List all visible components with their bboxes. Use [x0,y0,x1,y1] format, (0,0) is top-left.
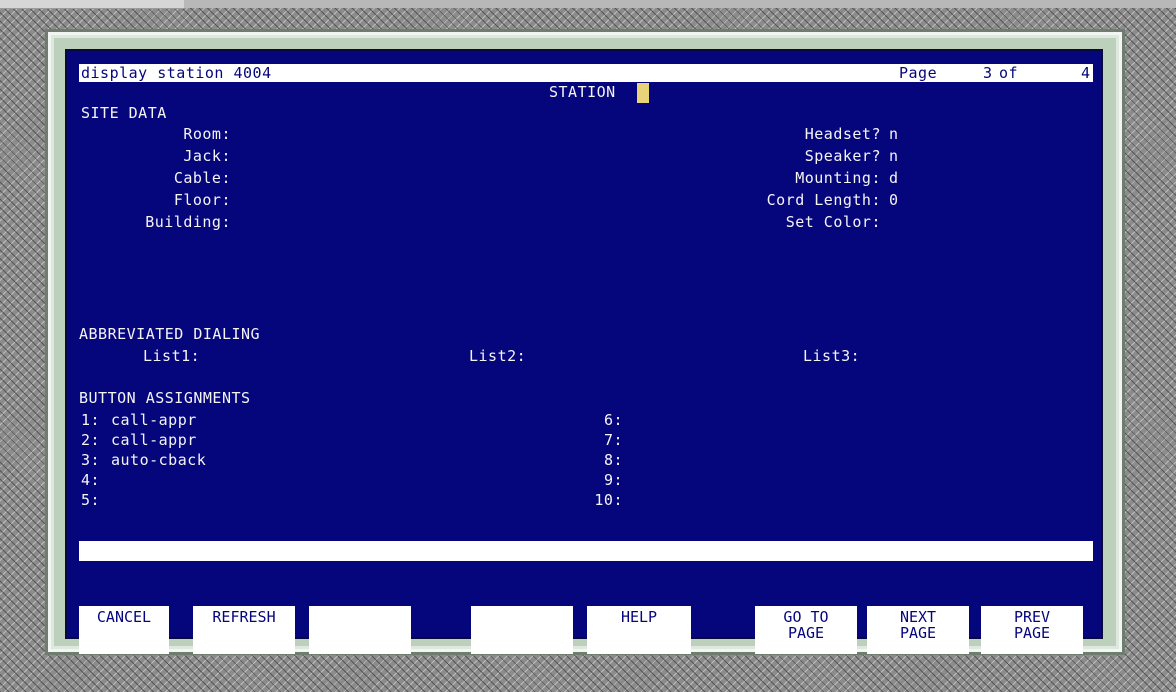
floor-label: Floor: [173,191,231,209]
mounting-field[interactable]: d [889,169,899,187]
button-num-6: 6: [603,411,623,429]
top-strip-right [184,0,1176,8]
button-num-8: 8: [603,451,623,469]
page-label: Page [899,64,938,82]
button-num-9: 9: [603,471,623,489]
set-color-label: Set Color: [785,213,881,231]
button-num-1: 1: [81,411,101,429]
list3-label: List3: [803,347,861,365]
help-button[interactable]: HELP [587,606,691,654]
site-data-title: SITE DATA [81,104,167,122]
headset-field[interactable]: n [889,125,899,143]
go-to-page-button[interactable]: GO TO PAGE [755,606,857,654]
abbreviated-dialing-title: ABBREVIATED DIALING [79,325,261,343]
cord-length-field[interactable]: 0 [889,191,899,209]
button-num-10: 10: [594,491,623,509]
jack-label: Jack: [183,147,231,165]
prev-page-button[interactable]: PREV PAGE [981,606,1083,654]
button-num-3: 3: [81,451,101,469]
button-field-3[interactable]: auto-cback [111,451,206,469]
button-field-1[interactable]: call-appr [111,411,197,429]
terminal-screen[interactable]: display station 4004 Page 3 of 4 STATION… [65,49,1103,654]
button-num-5: 5: [81,491,101,509]
function-key-3[interactable] [309,606,411,654]
mounting-label: Mounting: [795,169,881,187]
form-title: STATION [549,83,616,101]
button-num-2: 2: [81,431,101,449]
list2-label: List2: [469,347,527,365]
page-current: 3 [983,64,993,82]
page-of-label: of [999,64,1019,82]
command-header-bar: display station 4004 Page 3 of 4 [79,64,1093,82]
button-assignments-title: BUTTON ASSIGNMENTS [79,389,251,407]
button-field-2[interactable]: call-appr [111,431,197,449]
window-top-strip [0,0,1176,9]
top-strip-left [0,0,184,9]
refresh-button[interactable]: REFRESH [193,606,295,654]
cord-length-label: Cord Length: [766,191,881,209]
command-text: display station 4004 [81,64,272,82]
speaker-field[interactable]: n [889,147,899,165]
cable-label: Cable: [173,169,231,187]
button-num-4: 4: [81,471,101,489]
page-total: 4 [1081,64,1091,82]
building-label: Building: [145,213,231,231]
room-label: Room: [183,125,231,143]
message-line [79,541,1093,561]
cancel-button[interactable]: CANCEL [79,606,169,654]
button-num-7: 7: [603,431,623,449]
headset-label: Headset? [804,125,881,143]
list1-label: List1: [143,347,201,365]
function-key-4[interactable] [471,606,573,654]
next-page-button[interactable]: NEXT PAGE [867,606,969,654]
text-cursor [637,83,649,103]
speaker-label: Speaker? [804,147,881,165]
